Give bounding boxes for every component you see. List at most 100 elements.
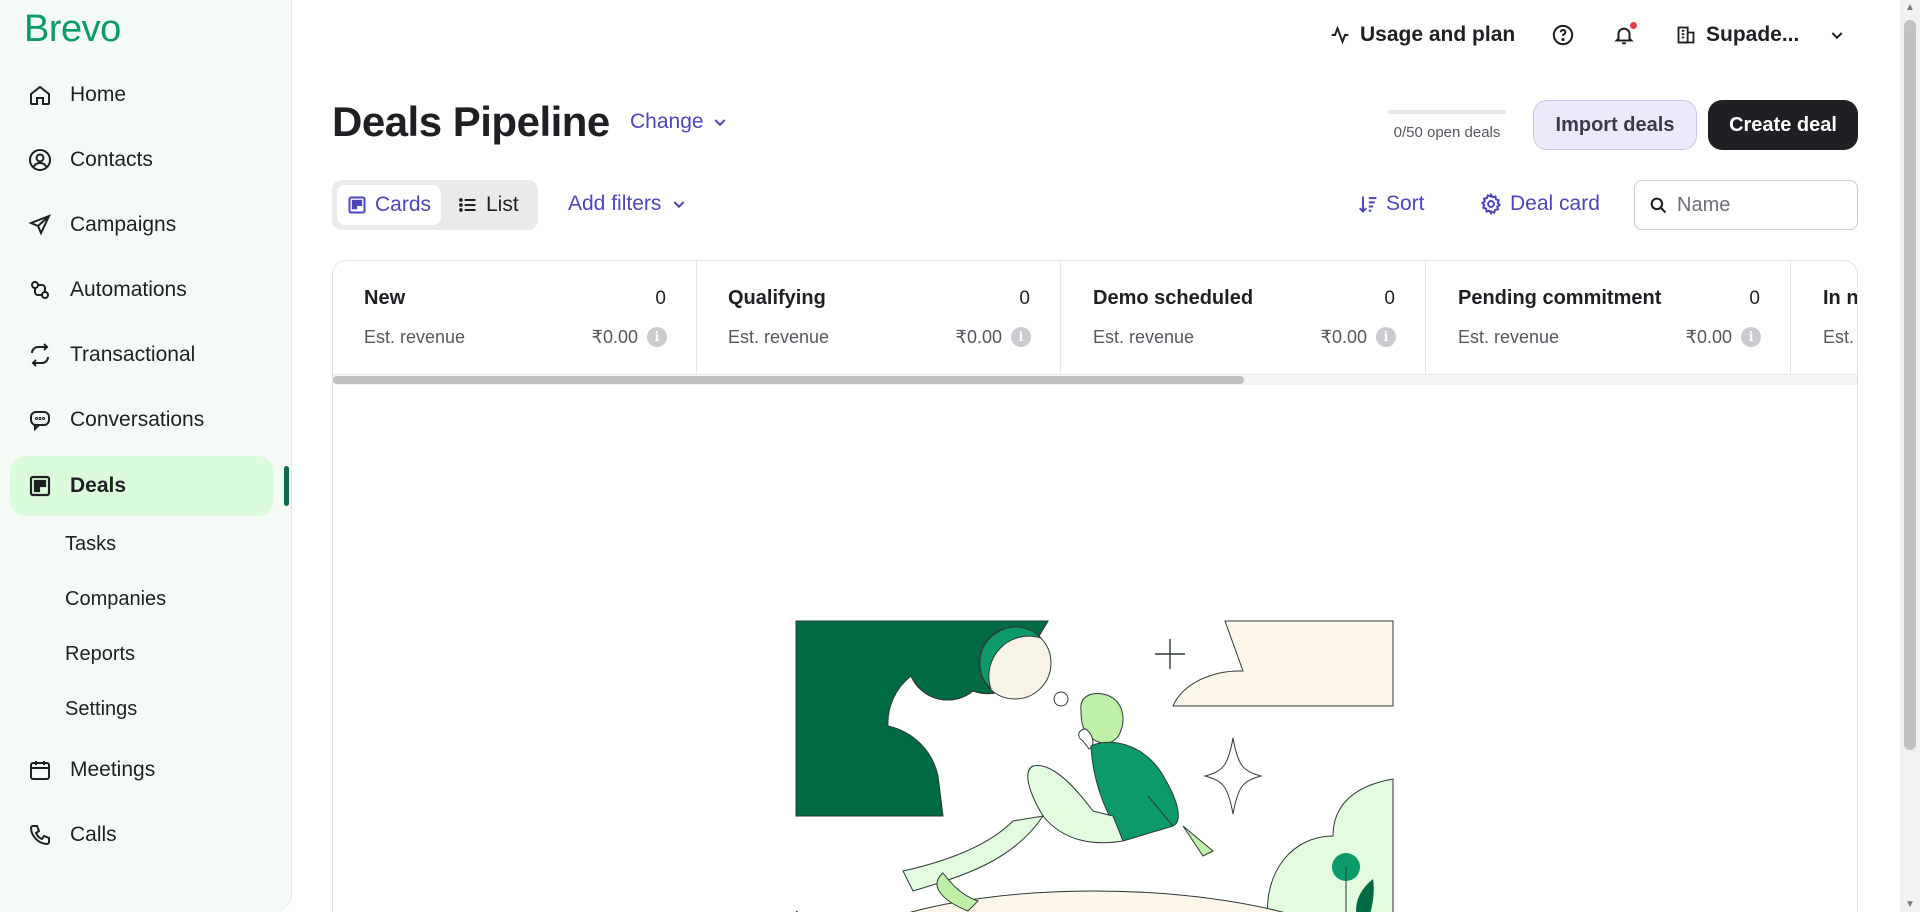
list-view-button[interactable]: List: [448, 185, 529, 225]
stage-count: 0: [1749, 288, 1760, 309]
sidebar-item-home[interactable]: Home: [10, 66, 274, 124]
sidebar-item-label: Transactional: [70, 343, 196, 366]
stage-column-partial[interactable]: In n Est.: [1792, 261, 1858, 375]
sidebar-item-transactional[interactable]: Transactional: [10, 326, 274, 384]
horizontal-scrollbar-thumb[interactable]: [333, 376, 1244, 384]
notifications-button[interactable]: [1613, 20, 1637, 50]
sidebar-item-campaigns[interactable]: Campaigns: [10, 196, 274, 254]
stage-revenue-label: Est. revenue: [364, 327, 466, 347]
help-icon: [1552, 24, 1574, 46]
stage-name: Pending commitment: [1458, 287, 1662, 309]
add-filters-label: Add filters: [568, 192, 662, 215]
sidebar-item-conversations[interactable]: Conversations: [10, 391, 274, 449]
stage-revenue-value: ₹0.00: [955, 327, 1003, 347]
stage-column-new[interactable]: New 0 Est. revenue ₹0.00 i: [333, 261, 697, 375]
chat-icon: [26, 406, 54, 434]
horizontal-scrollbar[interactable]: [333, 375, 1857, 385]
sidebar-item-label: Home: [70, 83, 127, 106]
contacts-icon: [26, 146, 54, 174]
sort-label: Sort: [1386, 192, 1425, 215]
list-icon: [458, 195, 478, 215]
change-pipeline-button[interactable]: Change: [630, 110, 728, 134]
info-icon[interactable]: i: [1741, 327, 1761, 347]
building-icon: [1676, 25, 1696, 45]
stage-revenue-label: Est. revenue: [1458, 327, 1560, 347]
pipeline-stages: New 0 Est. revenue ₹0.00 i Qualifying 0 …: [333, 261, 1858, 375]
stage-column-demo-scheduled[interactable]: Demo scheduled 0 Est. revenue ₹0.00 i: [1062, 261, 1426, 375]
notification-dot: [1630, 22, 1637, 29]
stage-count: 0: [1384, 288, 1395, 309]
sidebar-item-label: Automations: [70, 278, 187, 301]
repeat-icon: [26, 341, 54, 369]
sidebar-item-deals[interactable]: Deals: [10, 456, 274, 516]
stage-revenue-label: Est. revenue: [728, 327, 830, 347]
stage-revenue-value: ₹0.00: [1685, 327, 1733, 347]
cards-label: Cards: [375, 193, 432, 216]
sidebar-subitem-reports[interactable]: Reports: [65, 643, 135, 666]
open-deals-indicator: 0/50 open deals: [1388, 110, 1506, 141]
info-icon[interactable]: i: [1011, 327, 1031, 347]
view-toggle: Cards List: [332, 180, 538, 230]
info-icon[interactable]: i: [647, 327, 667, 347]
stage-revenue-label: Est.: [1823, 327, 1855, 347]
info-icon[interactable]: i: [1376, 327, 1396, 347]
sidebar-subitem-companies[interactable]: Companies: [65, 588, 166, 611]
automations-icon: [26, 276, 54, 304]
send-icon: [26, 211, 54, 239]
cards-icon: [347, 195, 367, 215]
sidebar-item-label: Campaigns: [70, 213, 177, 236]
sidebar-item-meetings[interactable]: Meetings: [10, 741, 274, 799]
stage-name: In n: [1823, 287, 1858, 309]
search-input[interactable]: [1677, 193, 1837, 217]
stage-column-qualifying[interactable]: Qualifying 0 Est. revenue ₹0.00 i: [697, 261, 1061, 375]
stage-revenue-label: Est. revenue: [1093, 327, 1195, 347]
chevron-down-icon: [671, 196, 687, 212]
open-deals-progress-bar: [1388, 110, 1506, 114]
sidebar-item-label: Meetings: [70, 758, 156, 781]
brevo-logo[interactable]: Brevo: [24, 8, 121, 51]
deals-icon: [26, 472, 54, 500]
search-box: [1634, 180, 1858, 230]
open-deals-text: 0/50 open deals: [1393, 124, 1501, 141]
create-deal-button[interactable]: Create deal: [1708, 100, 1858, 150]
bell-icon: [1613, 22, 1637, 46]
sidebar-subitem-settings[interactable]: Settings: [65, 698, 137, 721]
usage-and-plan-button[interactable]: Usage and plan: [1330, 20, 1515, 50]
sidebar-item-label: Calls: [70, 823, 117, 846]
stage-count: 0: [1019, 288, 1030, 309]
stage-revenue-value: ₹0.00: [1320, 327, 1368, 347]
vertical-scrollbar[interactable]: ▲ ▼: [1900, 0, 1920, 912]
sort-icon: [1358, 194, 1378, 214]
sidebar-item-contacts[interactable]: Contacts: [10, 131, 274, 189]
import-deals-button[interactable]: Import deals: [1533, 100, 1697, 150]
sidebar: Brevo Home Contacts Campaigns Automation…: [0, 0, 292, 912]
vertical-scrollbar-thumb[interactable]: [1904, 20, 1916, 750]
chevron-down-icon: [1829, 27, 1845, 43]
list-label: List: [486, 193, 519, 216]
sidebar-item-label: Contacts: [70, 148, 153, 171]
sidebar-subitem-tasks[interactable]: Tasks: [65, 533, 116, 556]
scroll-up-arrow-icon[interactable]: ▲: [1905, 2, 1915, 13]
account-menu[interactable]: Supade...: [1676, 20, 1845, 50]
deal-card-label: Deal card: [1510, 192, 1600, 215]
phone-icon: [26, 821, 54, 849]
page-title: Deals Pipeline: [332, 98, 610, 145]
sidebar-item-label: Deals: [70, 474, 127, 497]
sidebar-item-calls[interactable]: Calls: [10, 806, 274, 864]
add-filters-button[interactable]: Add filters: [568, 192, 687, 216]
help-button[interactable]: [1552, 20, 1574, 50]
chevron-down-icon: [712, 114, 728, 130]
stage-revenue-value: ₹0.00: [591, 327, 639, 347]
stage-count: 0: [655, 288, 666, 309]
cards-view-button[interactable]: Cards: [337, 185, 442, 225]
gear-icon: [1480, 193, 1502, 215]
deal-card-settings-button[interactable]: Deal card: [1480, 192, 1600, 216]
empty-state-illustration: [795, 620, 1394, 912]
stage-column-pending-commitment[interactable]: Pending commitment 0 Est. revenue ₹0.00 …: [1427, 261, 1791, 375]
sidebar-item-automations[interactable]: Automations: [10, 261, 274, 319]
change-label: Change: [630, 110, 704, 133]
deals-pipeline-board: New 0 Est. revenue ₹0.00 i Qualifying 0 …: [332, 260, 1858, 912]
sort-button[interactable]: Sort: [1358, 192, 1425, 216]
scroll-down-arrow-icon[interactable]: ▼: [1905, 899, 1915, 910]
active-indicator: [284, 466, 289, 506]
